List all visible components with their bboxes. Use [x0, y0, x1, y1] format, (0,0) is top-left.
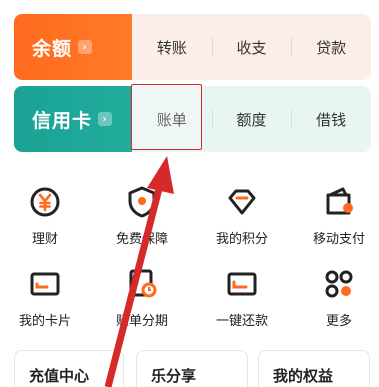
loan-button[interactable]: 贷款	[291, 14, 371, 80]
wallet-icon	[326, 187, 353, 215]
finance-page: 余额 › 转账 收支 贷款 信用卡 › 账单 额度 借钱 理财 免费保障 我的积…	[0, 0, 379, 387]
bottom-card-label: 我的权益	[273, 367, 334, 385]
bottom-card-label: 乐分享	[151, 367, 197, 385]
borrow-button[interactable]: 借钱	[291, 86, 371, 152]
balance-header[interactable]: 余额 ›	[14, 14, 132, 80]
yuan-coin-icon	[30, 187, 60, 217]
credit-limit-button[interactable]: 额度	[211, 86, 292, 152]
bottom-card-label: 充值中心	[29, 367, 90, 385]
bill-highlight-box	[131, 84, 202, 150]
credit-card-title: 信用卡	[32, 109, 93, 132]
share-card[interactable]: 乐分享	[136, 350, 248, 387]
one-click-repay-item[interactable]: 一键还款	[201, 266, 283, 346]
grid-label: 账单分期	[115, 314, 168, 329]
chevron-right-icon: ›	[78, 40, 93, 54]
free-insurance-item[interactable]: 免费保障	[101, 184, 183, 264]
balance-title: 余额	[32, 37, 73, 60]
card-repay-icon	[227, 272, 257, 296]
bill-clock-icon	[129, 269, 157, 298]
bill-installment-item[interactable]: 账单分期	[101, 266, 183, 346]
my-cards-item[interactable]: 我的卡片	[4, 266, 86, 346]
grid-label: 移动支付	[312, 232, 365, 247]
credit-card-header[interactable]: 信用卡 ›	[14, 86, 132, 152]
diamond-icon	[228, 189, 256, 215]
recharge-center-card[interactable]: 充值中心	[14, 350, 124, 387]
grid-label: 我的积分	[215, 232, 268, 247]
my-benefits-card[interactable]: 我的权益	[258, 350, 370, 387]
grid-label: 我的卡片	[18, 314, 71, 329]
grid-label: 理财	[31, 232, 58, 247]
more-grid-icon	[325, 270, 353, 298]
wealth-management-item[interactable]: 理财	[4, 184, 86, 264]
balance-actions: 转账 收支 贷款	[132, 14, 371, 80]
mobile-pay-item[interactable]: 移动支付	[298, 184, 379, 264]
bank-card-icon	[30, 272, 60, 296]
shield-icon	[128, 186, 156, 218]
my-points-item[interactable]: 我的积分	[201, 184, 283, 264]
grid-label: 更多	[325, 314, 352, 329]
grid-label: 一键还款	[215, 314, 268, 329]
grid-label: 免费保障	[115, 232, 168, 247]
income-expense-button[interactable]: 收支	[211, 14, 292, 80]
more-item[interactable]: 更多	[298, 266, 379, 346]
transfer-button[interactable]: 转账	[132, 14, 212, 80]
balance-row: 余额 › 转账 收支 贷款	[14, 14, 371, 80]
chevron-right-icon: ›	[98, 112, 113, 126]
